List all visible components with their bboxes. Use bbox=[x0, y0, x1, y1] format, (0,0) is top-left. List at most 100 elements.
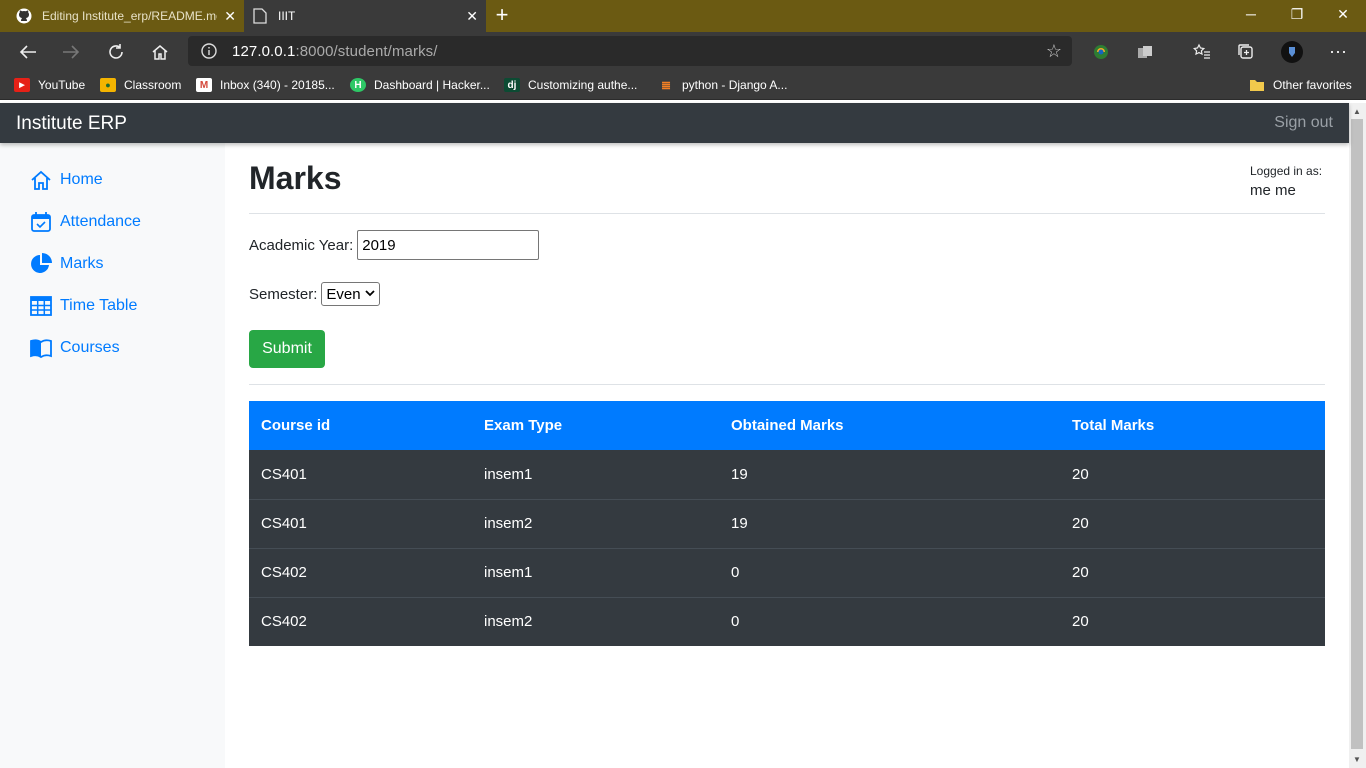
sidebar-item-label: Courses bbox=[60, 339, 120, 356]
bookmark-youtube[interactable]: ▶ YouTube bbox=[14, 76, 85, 94]
divider bbox=[249, 384, 1325, 385]
url-text: 127.0.0.1:8000/student/marks/ bbox=[232, 43, 438, 60]
favorites-icon[interactable] bbox=[1188, 38, 1216, 66]
table-cell: 20 bbox=[1060, 547, 1325, 597]
chevron-down-icon bbox=[364, 289, 375, 300]
bookmark-hackerrank[interactable]: H Dashboard | Hacker... bbox=[350, 76, 490, 94]
table-row: CS402 insem1 0 20 bbox=[249, 547, 1325, 597]
bookmark-stackoverflow[interactable]: ≣ python - Django A... bbox=[658, 76, 787, 94]
sign-out-link[interactable]: Sign out bbox=[1274, 114, 1333, 132]
app-navbar: Institute ERP Sign out bbox=[0, 103, 1349, 143]
pie-chart-icon bbox=[30, 253, 52, 275]
table-cell: 0 bbox=[719, 547, 1060, 597]
table-cell: 20 bbox=[1060, 498, 1325, 548]
sidebar-item-label: Attendance bbox=[60, 213, 141, 230]
table-cell: CS402 bbox=[249, 596, 472, 646]
youtube-icon: ▶ bbox=[14, 78, 30, 92]
address-bar[interactable]: 127.0.0.1:8000/student/marks/ ☆ bbox=[188, 36, 1072, 66]
home-icon bbox=[30, 169, 52, 191]
forward-button[interactable] bbox=[57, 38, 85, 66]
table-cell: CS401 bbox=[249, 450, 472, 499]
column-header-exam-type: Exam Type bbox=[472, 401, 719, 450]
browser-toolbar: 127.0.0.1:8000/student/marks/ ☆ ⋯ bbox=[0, 32, 1366, 70]
sidebar-item-label: Home bbox=[60, 171, 103, 188]
minimize-button[interactable]: ─ bbox=[1228, 0, 1274, 28]
table-cell: 0 bbox=[719, 596, 1060, 646]
table-cell: insem1 bbox=[472, 450, 719, 499]
table-cell: 20 bbox=[1060, 450, 1325, 499]
tab-title: Editing Institute_erp/README.md bbox=[42, 9, 217, 23]
semester-value: Even bbox=[326, 285, 361, 303]
bookmark-django[interactable]: dj Customizing authe... bbox=[504, 76, 637, 94]
sidebar: Home Attendance Marks Time Table Courses bbox=[0, 143, 225, 768]
column-header-course-id: Course id bbox=[249, 401, 472, 450]
refresh-button[interactable] bbox=[102, 38, 130, 66]
bookmark-other-favorites[interactable]: Other favorites bbox=[1249, 76, 1352, 94]
table-cell: insem1 bbox=[472, 547, 719, 597]
new-tab-button[interactable]: + bbox=[490, 4, 514, 28]
more-icon[interactable]: ⋯ bbox=[1324, 38, 1352, 66]
close-window-button[interactable]: ✕ bbox=[1320, 0, 1366, 28]
folder-icon bbox=[1249, 78, 1265, 92]
profile-avatar[interactable] bbox=[1278, 38, 1306, 66]
browser-tab-bar: Editing Institute_erp/README.md ✕ IIIT ✕… bbox=[0, 0, 1366, 32]
scrollbar-thumb[interactable] bbox=[1351, 119, 1363, 749]
sidebar-item-timetable[interactable]: Time Table bbox=[30, 294, 137, 318]
forward-arrow-icon bbox=[63, 45, 80, 59]
back-button[interactable] bbox=[14, 38, 42, 66]
table-cell: insem2 bbox=[472, 596, 719, 646]
close-icon[interactable]: ✕ bbox=[466, 9, 478, 23]
book-icon bbox=[30, 337, 52, 359]
extension-icon[interactable] bbox=[1087, 38, 1115, 66]
semester-label: Semester: bbox=[249, 285, 318, 303]
logged-in-user: me me bbox=[1250, 182, 1296, 199]
table-cell: CS401 bbox=[249, 498, 472, 548]
gmail-icon: M bbox=[196, 78, 212, 92]
bookmark-inbox[interactable]: M Inbox (340) - 20185... bbox=[196, 76, 335, 94]
table-row: CS402 insem2 0 20 bbox=[249, 596, 1325, 646]
browser-tab-iiit[interactable]: IIIT ✕ bbox=[244, 0, 486, 32]
page-title: Marks bbox=[249, 160, 342, 196]
sidebar-item-courses[interactable]: Courses bbox=[30, 336, 120, 360]
logged-in-info: Logged in as: me me bbox=[1250, 164, 1325, 199]
home-button[interactable] bbox=[146, 38, 174, 66]
scroll-up-icon[interactable]: ▲ bbox=[1353, 107, 1361, 116]
page-scrollbar[interactable]: ▲ ▼ bbox=[1349, 103, 1366, 768]
extensions-puzzle-icon[interactable] bbox=[1131, 38, 1159, 66]
browser-tab-github[interactable]: Editing Institute_erp/README.md ✕ bbox=[8, 0, 244, 32]
restore-button[interactable]: ❐ bbox=[1274, 0, 1320, 28]
django-icon: dj bbox=[504, 78, 520, 92]
refresh-icon bbox=[109, 44, 123, 59]
semester-select[interactable]: Even bbox=[321, 282, 380, 306]
brand-title[interactable]: Institute ERP bbox=[16, 113, 127, 135]
info-icon[interactable] bbox=[200, 42, 218, 60]
bookmark-classroom[interactable]: ● Classroom bbox=[100, 76, 181, 94]
academic-year-input[interactable] bbox=[357, 230, 540, 260]
marks-table: Course id Exam Type Obtained Marks Total… bbox=[249, 401, 1325, 646]
sidebar-item-label: Time Table bbox=[60, 297, 138, 314]
table-header-row: Course id Exam Type Obtained Marks Total… bbox=[249, 401, 1325, 450]
grid-icon bbox=[30, 295, 52, 317]
star-icon[interactable]: ☆ bbox=[1046, 41, 1062, 62]
sidebar-item-attendance[interactable]: Attendance bbox=[30, 210, 141, 234]
home-icon bbox=[152, 45, 168, 60]
table-cell: insem2 bbox=[472, 498, 719, 548]
scroll-down-icon[interactable]: ▼ bbox=[1353, 755, 1361, 764]
column-header-obtained-marks: Obtained Marks bbox=[719, 401, 1060, 450]
tab-title: IIIT bbox=[278, 9, 296, 23]
collections-icon[interactable] bbox=[1232, 38, 1260, 66]
table-cell: 19 bbox=[719, 498, 1060, 548]
academic-year-label: Academic Year: bbox=[249, 236, 354, 254]
sidebar-item-label: Marks bbox=[60, 255, 104, 272]
back-arrow-icon bbox=[19, 45, 36, 59]
sidebar-item-marks[interactable]: Marks bbox=[30, 252, 104, 276]
bookmarks-bar: ▶ YouTube ● Classroom M Inbox (340) - 20… bbox=[0, 70, 1366, 100]
table-cell: 20 bbox=[1060, 596, 1325, 646]
github-icon bbox=[16, 8, 32, 24]
submit-button[interactable]: Submit bbox=[249, 330, 325, 368]
hackerrank-icon: H bbox=[350, 78, 366, 92]
page-icon bbox=[252, 8, 268, 24]
sidebar-item-home[interactable]: Home bbox=[30, 168, 103, 192]
column-header-total-marks: Total Marks bbox=[1060, 401, 1325, 450]
close-icon[interactable]: ✕ bbox=[224, 9, 236, 23]
